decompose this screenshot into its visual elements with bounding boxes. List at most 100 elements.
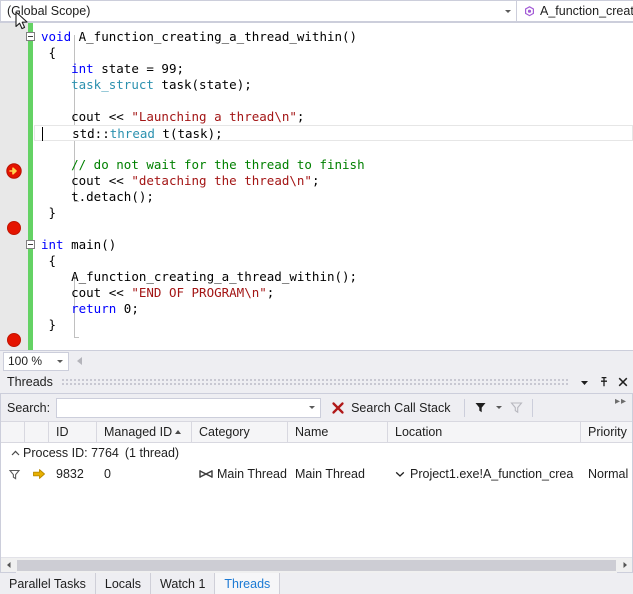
code-token-typ: thread xyxy=(109,126,155,141)
cell-location[interactable]: Project1.exe!A_function_crea xyxy=(388,463,581,485)
column-header-label: ID xyxy=(56,425,69,439)
thread-group-row[interactable]: Process ID: 7764 (1 thread) xyxy=(1,443,632,463)
column-header-managed-id[interactable]: Managed ID xyxy=(97,422,192,442)
threads-horizontal-scrollbar[interactable] xyxy=(1,557,632,573)
code-line: } xyxy=(33,205,633,221)
code-line: // do not wait for the thread to finish xyxy=(33,157,633,173)
code-token-pln: main() xyxy=(63,237,117,252)
threads-panel-titlebar: Threads xyxy=(0,371,633,393)
chevron-down-icon[interactable] xyxy=(51,351,68,371)
breakpoint-current-statement-icon[interactable] xyxy=(6,163,22,179)
column-header-name[interactable]: Name xyxy=(288,422,388,442)
clear-search-button[interactable] xyxy=(327,401,349,415)
code-token-pln: ; xyxy=(266,285,275,300)
code-token-pln: A_function_creating_a_thread_within() xyxy=(71,29,358,44)
tab-threads[interactable]: Threads xyxy=(215,573,281,594)
tab-watch-1[interactable]: Watch 1 xyxy=(151,573,216,594)
panel-drag-grip[interactable] xyxy=(60,378,568,386)
code-token-pln: { xyxy=(48,45,57,60)
chevron-down-icon[interactable] xyxy=(499,1,516,21)
cell-thread-id: 9832 xyxy=(56,467,84,481)
toolbar-overflow-button[interactable]: ▸▸ xyxy=(615,396,627,407)
filter-button[interactable] xyxy=(471,400,490,415)
code-token-pln: ; xyxy=(131,301,139,316)
scrollbar-track[interactable] xyxy=(16,557,617,573)
column-header-category[interactable]: Category xyxy=(192,422,288,442)
code-token-kw: int xyxy=(41,237,64,252)
collapse-region-button[interactable] xyxy=(26,32,35,41)
search-call-stack-label[interactable]: Search Call Stack xyxy=(351,401,450,415)
table-row[interactable]: 9832 0 Main Thread Main Thread Project1.exe!… xyxy=(1,463,632,485)
cell-category-label: Main Thread xyxy=(217,467,287,481)
threads-grid-empty-area xyxy=(1,485,632,557)
scrollbar-thumb[interactable] xyxy=(17,559,616,571)
filter-chevron-down-icon[interactable] xyxy=(490,398,507,418)
search-combobox[interactable] xyxy=(56,397,322,418)
threads-panel-title: Threads xyxy=(7,375,53,389)
breakpoint-icon[interactable] xyxy=(7,333,21,347)
scroll-left-arrow-icon[interactable] xyxy=(1,561,16,569)
breakpoint-icon[interactable] xyxy=(7,221,21,235)
current-thread-arrow-icon xyxy=(33,469,45,479)
column-header-label: Priority xyxy=(588,425,627,439)
code-token-num: 99 xyxy=(161,61,177,76)
tab-parallel-tasks[interactable]: Parallel Tasks xyxy=(0,573,96,594)
scope-dropdown-value: (Global Scope) xyxy=(7,4,91,18)
scroll-right-arrow-icon[interactable] xyxy=(617,561,632,569)
toolbar-separator xyxy=(532,398,534,417)
column-header-location[interactable]: Location xyxy=(388,422,581,442)
clear-filter-button[interactable] xyxy=(507,400,526,415)
chevron-down-icon[interactable] xyxy=(303,398,320,418)
column-header[interactable] xyxy=(25,422,49,442)
code-line: } xyxy=(33,317,633,333)
collapse-region-button[interactable] xyxy=(26,240,35,249)
collapse-group-chevron-up-icon[interactable] xyxy=(9,449,21,458)
code-token-pln: ; xyxy=(311,173,320,188)
location-chevron-down-icon[interactable] xyxy=(395,469,405,479)
toolbar-separator xyxy=(464,398,466,417)
member-dropdown-value: A_function_creatin xyxy=(540,4,633,18)
cell-name: Main Thread xyxy=(295,467,365,481)
column-header[interactable] xyxy=(1,422,25,442)
scope-dropdown[interactable]: (Global Scope) xyxy=(0,0,517,22)
close-icon[interactable] xyxy=(614,374,631,391)
column-header-priority[interactable]: Priority xyxy=(581,422,633,442)
code-token-str: "Launching a thread\n" xyxy=(131,109,297,124)
main-thread-icon xyxy=(199,468,213,480)
glyph-margin[interactable] xyxy=(0,23,28,350)
pin-icon[interactable] xyxy=(595,374,612,391)
code-text-area[interactable]: void A_function_creating_a_thread_within… xyxy=(26,23,633,350)
threads-panel-body: Search: Search Call Stack ▸▸ ID Managed … xyxy=(0,393,633,573)
scroll-left-arrow-icon[interactable] xyxy=(77,357,82,365)
search-input[interactable] xyxy=(57,399,304,416)
thread-flag-button[interactable] xyxy=(1,463,25,485)
code-token-pln: std:: xyxy=(72,126,110,141)
zoom-level-dropdown[interactable]: 100 % xyxy=(3,351,69,371)
code-token-pln xyxy=(116,301,124,316)
code-token-pln: ; xyxy=(296,109,305,124)
code-line: cout << "END OF PROGRAM\n"; xyxy=(33,285,633,301)
code-line: t.detach(); xyxy=(33,189,633,205)
panel-menu-chevron-down-icon[interactable] xyxy=(576,374,593,391)
column-header-id[interactable]: ID xyxy=(49,422,97,442)
code-token-pln: cout << xyxy=(71,109,132,124)
member-dropdown[interactable]: A_function_creatin xyxy=(517,0,633,22)
cell-category: Main Thread xyxy=(192,463,288,485)
code-line: A_function_creating_a_thread_within(); xyxy=(33,269,633,285)
code-lines: void A_function_creating_a_thread_within… xyxy=(26,23,633,333)
tab-locals[interactable]: Locals xyxy=(96,573,152,594)
flag-icon xyxy=(8,469,21,480)
code-token-pln: } xyxy=(48,205,57,220)
threads-grid-rows: 9832 0 Main Thread Main Thread Project1.exe!… xyxy=(1,463,632,485)
code-editor[interactable]: void A_function_creating_a_thread_within… xyxy=(0,23,633,350)
